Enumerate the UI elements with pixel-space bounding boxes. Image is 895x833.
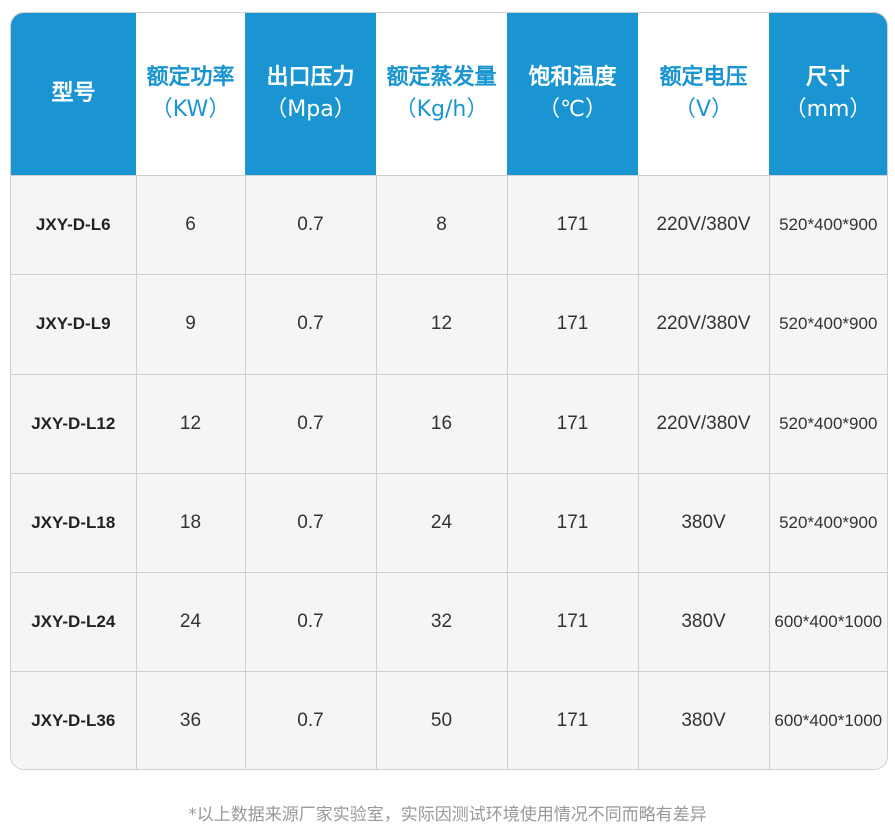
header-model: 型号 [11,13,136,176]
cell-pressure: 0.7 [245,671,377,769]
cell-model: JXY-D-L6 [11,174,137,275]
cell-dimensions: 520*400*900 [769,174,887,275]
header-saturation-temp: 饱和温度 （℃） [507,13,638,176]
cell-temperature: 171 [507,671,639,769]
cell-evaporation: 32 [376,572,508,672]
footnote: *以上数据来源厂家实验室，实际因测试环境使用情况不同而略有差异 [188,805,707,825]
table-header-row: 型号 额定功率 （KW） 出口压力 （Mpa） 额定蒸发量 （Kg/h） 饱和温度 （℃… [11,13,887,176]
cell-pressure: 0.7 [245,174,377,275]
cell-dimensions: 520*400*900 [769,274,887,375]
table-row: JXY-D-L24 24 0.7 32 171 380V 600*400*100… [11,572,887,672]
cell-temperature: 171 [507,472,639,573]
table-row: JXY-D-L36 36 0.7 50 171 380V 600*400*100… [11,671,887,769]
cell-power: 12 [136,373,246,474]
cell-temperature: 171 [507,572,639,672]
cell-power: 9 [136,274,246,375]
cell-voltage: 380V [638,572,770,672]
header-rated-power: 额定功率 （KW） [136,13,245,176]
cell-pressure: 0.7 [245,274,377,375]
cell-dimensions: 600*400*1000 [769,671,887,769]
cell-voltage: 380V [638,671,770,769]
cell-evaporation: 50 [376,671,508,769]
header-rated-voltage: 额定电压 （V） [638,13,769,176]
cell-dimensions: 600*400*1000 [769,572,887,672]
cell-pressure: 0.7 [245,572,377,672]
table-row: JXY-D-L12 12 0.7 16 171 220V/380V 520*40… [11,373,887,474]
header-dimensions: 尺寸 （mm） [769,13,887,176]
cell-evaporation: 16 [376,373,508,474]
cell-pressure: 0.7 [245,472,377,573]
header-outlet-pressure: 出口压力 （Mpa） [245,13,376,176]
cell-temperature: 171 [507,274,639,375]
cell-dimensions: 520*400*900 [769,472,887,573]
cell-evaporation: 8 [376,174,508,275]
cell-pressure: 0.7 [245,373,377,474]
table-row: JXY-D-L6 6 0.7 8 171 220V/380V 520*400*9… [11,174,887,275]
cell-temperature: 171 [507,373,639,474]
table-row: JXY-D-L9 9 0.7 12 171 220V/380V 520*400*… [11,274,887,375]
cell-model: JXY-D-L9 [11,274,137,375]
cell-voltage: 220V/380V [638,373,770,474]
cell-temperature: 171 [507,174,639,275]
cell-evaporation: 24 [376,472,508,573]
cell-model: JXY-D-L36 [11,671,137,769]
cell-power: 24 [136,572,246,672]
cell-power: 6 [136,174,246,275]
cell-power: 18 [136,472,246,573]
spec-table-container: 型号 额定功率 （KW） 出口压力 （Mpa） 额定蒸发量 （Kg/h） 饱和温度 （℃… [10,12,888,770]
spec-table: 型号 额定功率 （KW） 出口压力 （Mpa） 额定蒸发量 （Kg/h） 饱和温度 （℃… [11,13,887,769]
cell-evaporation: 12 [376,274,508,375]
cell-dimensions: 520*400*900 [769,373,887,474]
cell-model: JXY-D-L12 [11,373,137,474]
cell-voltage: 220V/380V [638,174,770,275]
table-row: JXY-D-L18 18 0.7 24 171 380V 520*400*900 [11,472,887,573]
cell-power: 36 [136,671,246,769]
cell-model: JXY-D-L24 [11,572,137,672]
cell-model: JXY-D-L18 [11,472,137,573]
cell-voltage: 380V [638,472,770,573]
cell-voltage: 220V/380V [638,274,770,375]
header-rated-evaporation: 额定蒸发量 （Kg/h） [376,13,507,176]
